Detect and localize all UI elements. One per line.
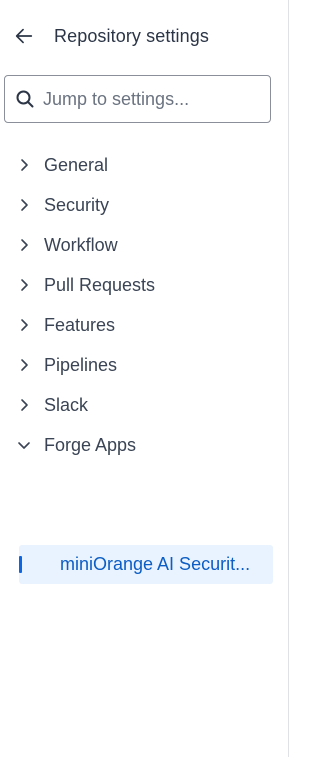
arrow-left-icon [15,28,33,44]
nav-item-slack[interactable]: Slack [14,385,274,425]
chevron-down-icon [14,435,34,455]
nav-item-label: Forge Apps [44,434,137,455]
search-input[interactable] [43,88,263,110]
nav-item-security[interactable]: Security [14,185,274,225]
nav-item-label: General [44,154,109,175]
back-button[interactable] [12,24,36,48]
chevron-right-icon [14,275,34,295]
page-title: Repository settings [54,25,209,46]
settings-sidebar: Repository settings General Security [0,0,289,757]
settings-nav: General Security Workflow Pull Requests … [14,145,274,465]
nav-item-label: Pull Requests [44,274,156,295]
nav-item-label: Features [44,314,116,335]
chevron-right-icon [14,155,34,175]
nav-item-label: Security [44,194,110,215]
sidebar-divider [288,0,289,757]
nav-item-forge-apps[interactable]: Forge Apps [14,425,274,465]
chevron-right-icon [14,395,34,415]
nav-subitem-miniorange-ai-security[interactable]: miniOrange AI Securit... [19,545,273,584]
nav-item-pull-requests[interactable]: Pull Requests [14,265,274,305]
nav-subitem-label: miniOrange AI Securit... [60,554,251,574]
nav-item-workflow[interactable]: Workflow [14,225,274,265]
nav-item-pipelines[interactable]: Pipelines [14,345,274,385]
nav-item-label: Pipelines [44,354,118,375]
selected-indicator [19,556,22,573]
nav-item-features[interactable]: Features [14,305,274,345]
chevron-right-icon [14,315,34,335]
chevron-right-icon [14,195,34,215]
search-icon [15,89,35,109]
search-box[interactable] [4,75,271,123]
sidebar-header: Repository settings [12,21,209,51]
nav-item-label: Slack [44,394,89,415]
nav-item-label: Workflow [44,234,118,255]
chevron-right-icon [14,235,34,255]
nav-item-general[interactable]: General [14,145,274,185]
chevron-right-icon [14,355,34,375]
